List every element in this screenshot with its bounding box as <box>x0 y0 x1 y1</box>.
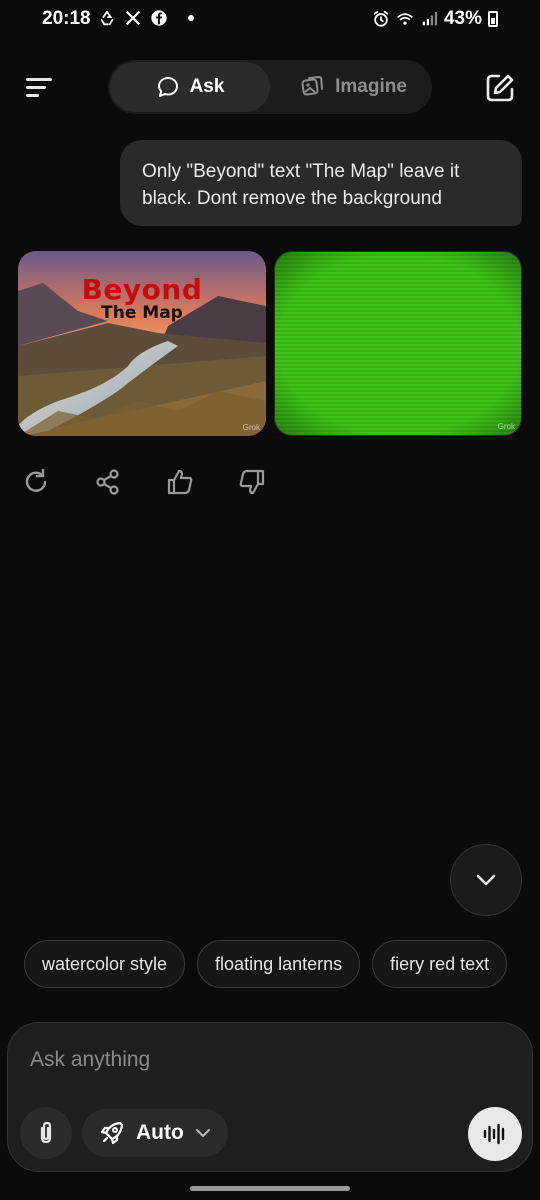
share-button[interactable] <box>90 464 126 500</box>
tab-imagine-label: Imagine <box>335 76 407 97</box>
chat-bubble-icon <box>157 77 178 97</box>
suggestion-chips: watercolor style floating lanterns fiery… <box>24 940 508 988</box>
menu-button[interactable] <box>24 72 56 104</box>
thumbs-up-button[interactable] <box>162 464 198 500</box>
image-subtitle-text: The Map <box>101 303 183 323</box>
facebook-icon <box>151 10 167 26</box>
status-right-icons: 43% <box>372 8 498 30</box>
image-watermark: Grok <box>242 423 260 432</box>
chevron-down-icon <box>195 1129 210 1137</box>
mode-label: Auto <box>136 1121 184 1144</box>
signal-icon <box>422 11 438 26</box>
menu-line <box>26 86 46 89</box>
home-indicator[interactable] <box>190 1186 350 1191</box>
mode-switcher: Ask Imagine <box>108 60 432 114</box>
battery-icon <box>488 11 498 27</box>
status-left-icons <box>98 9 194 27</box>
generated-image-green-screen[interactable]: Grok <box>274 251 522 436</box>
recycle-icon <box>100 10 114 26</box>
scroll-to-bottom-button[interactable] <box>450 844 522 916</box>
rocket-icon <box>100 1121 124 1145</box>
thumbs-up-icon <box>167 469 193 495</box>
chat-input[interactable] <box>30 1043 500 1077</box>
paperclip-icon <box>40 1121 52 1144</box>
generated-image-landscape[interactable]: Beyond The Map Grok <box>18 251 266 436</box>
menu-line <box>26 94 39 97</box>
thumbs-down-icon <box>239 469 265 495</box>
share-icon <box>96 469 119 495</box>
menu-line <box>26 78 52 81</box>
image-title-text: Beyond <box>81 273 203 306</box>
battery-percent: 43% <box>443 8 482 29</box>
thumbs-down-button[interactable] <box>234 464 270 500</box>
status-bar: 20:18 43% <box>0 0 540 40</box>
regenerate-icon <box>25 468 47 492</box>
regenerate-button[interactable] <box>18 464 54 500</box>
green-screen-artwork <box>275 252 521 435</box>
tab-ask[interactable]: Ask <box>110 62 270 112</box>
suggestion-chip[interactable]: floating lanterns <box>197 940 361 988</box>
voice-waveform-icon <box>483 1123 505 1145</box>
mode-selector[interactable]: Auto <box>82 1109 228 1157</box>
composer: Auto <box>7 1022 533 1172</box>
chevron-down-icon <box>476 874 496 886</box>
user-message-bubble: Only "Beyond" text "The Map" leave it bl… <box>120 140 522 226</box>
tab-imagine[interactable]: Imagine <box>278 62 428 112</box>
attach-button[interactable] <box>20 1107 72 1159</box>
wifi-icon <box>397 13 413 25</box>
status-time: 20:18 <box>42 8 91 29</box>
message-actions <box>18 464 270 500</box>
notification-dot-icon <box>188 15 194 21</box>
x-icon <box>125 10 141 26</box>
suggestion-chip[interactable]: watercolor style <box>24 940 186 988</box>
new-chat-icon <box>486 74 514 102</box>
imagine-icon <box>301 75 324 96</box>
new-chat-button[interactable] <box>484 72 516 104</box>
image-watermark: Grok <box>497 422 515 431</box>
top-nav: Ask Imagine <box>0 60 540 116</box>
voice-mode-button[interactable] <box>468 1107 522 1161</box>
suggestion-chip[interactable]: fiery red text <box>372 940 508 988</box>
alarm-icon <box>373 10 389 27</box>
tab-ask-label: Ask <box>189 76 225 97</box>
